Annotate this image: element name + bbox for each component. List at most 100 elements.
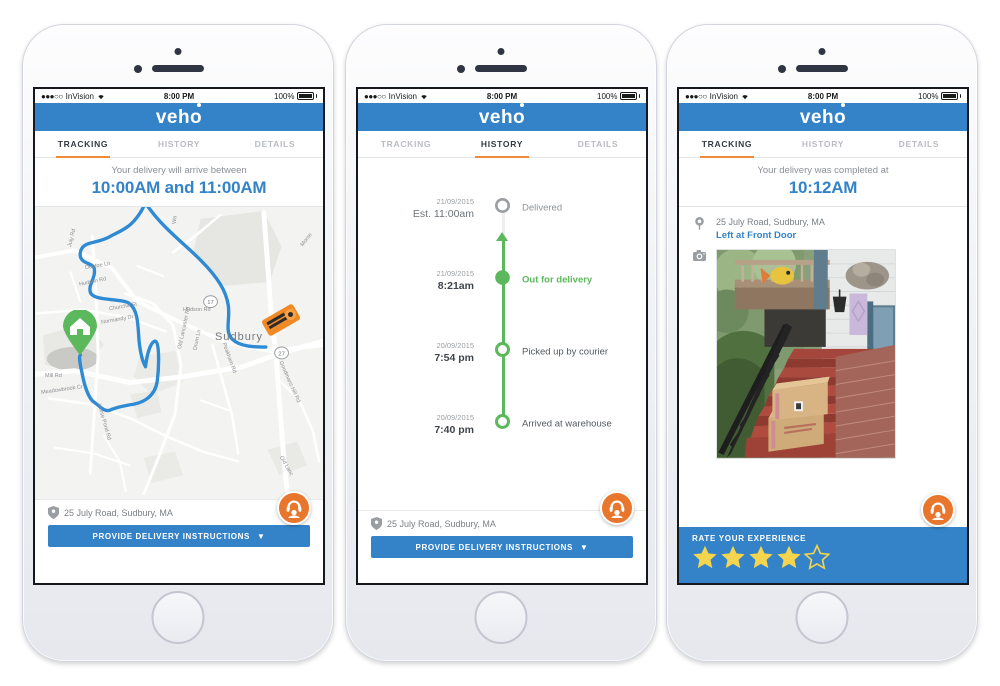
home-button[interactable] xyxy=(151,591,205,644)
timeline-label: Out for delivery xyxy=(522,274,593,286)
signal-strength-icon: ●●●○○ xyxy=(685,91,707,101)
timeline-label: Delivered xyxy=(522,202,563,214)
battery-percent: 100% xyxy=(274,91,295,101)
veho-logo: veho xyxy=(800,102,846,127)
provide-delivery-instructions-button-2[interactable]: PROVIDE DELIVERY INSTRUCTIONS ▼ xyxy=(371,536,633,558)
delivery-address-2: 25 July Road, Sudbury, MA xyxy=(387,518,496,529)
proximity-sensor-icon xyxy=(778,65,786,73)
star-rating-widget[interactable] xyxy=(692,544,954,570)
timeline-time: Est. 11:00am xyxy=(412,208,474,220)
tab-history[interactable]: HISTORY xyxy=(454,131,550,158)
status-bar: ●●●○○ InVision 8:00 PM 100% xyxy=(679,89,967,103)
timeline-dot-filled-green xyxy=(494,269,511,291)
earpiece-speaker xyxy=(475,65,527,72)
screen-delivered: ●●●○○ InVision 8:00 PM 100% veho TRACKIN… xyxy=(677,87,969,585)
proximity-sensor-icon xyxy=(457,65,465,73)
svg-text:27: 27 xyxy=(278,351,285,357)
drop-location-note: Left at Front Door xyxy=(716,230,797,241)
map-label-hudson-rd-east: Hudson Rd xyxy=(183,307,211,313)
app-header: veho xyxy=(679,102,967,131)
screen-history: ●●●○○ InVision 8:00 PM 100% veho TRACKIN… xyxy=(356,87,648,585)
app-header: veho xyxy=(358,102,646,131)
support-fab-3[interactable] xyxy=(921,493,955,527)
battery-percent: 100% xyxy=(597,91,618,101)
rate-experience-label: RATE YOUR EXPERIENCE xyxy=(692,534,807,543)
tab-tracking[interactable]: TRACKING xyxy=(679,131,775,158)
timeline-time: 7:40 pm xyxy=(434,424,474,436)
timeline-item-out-for-delivery[interactable]: 21/09/2015 8:21am Out for delivery xyxy=(358,244,646,316)
support-fab-2[interactable] xyxy=(600,491,634,525)
home-destination-pin-icon xyxy=(63,310,97,355)
provide-delivery-instructions-button-1[interactable]: PROVIDE DELIVERY INSTRUCTIONS ▼ xyxy=(48,525,310,547)
veho-logo: veho xyxy=(479,102,525,127)
home-button[interactable] xyxy=(474,591,528,644)
tab-history[interactable]: HISTORY xyxy=(775,131,871,157)
timeline-date: 20/09/2015 xyxy=(436,341,474,350)
map-pin-icon xyxy=(694,217,704,230)
timeline-dot-hollow-grey xyxy=(494,197,511,219)
location-shield-icon xyxy=(371,517,382,530)
cta-label-2: PROVIDE DELIVERY INSTRUCTIONS xyxy=(415,542,573,552)
delivery-map[interactable]: 17 27 July Rd Dubtoe Ln Hudson Rd Church… xyxy=(35,207,323,499)
proof-of-delivery-photo[interactable] xyxy=(716,249,896,459)
screen-tracking: ●●●○○ InVision 8:00 PM 100% veho TRACKIN… xyxy=(33,87,325,585)
star-icon-filled-3[interactable] xyxy=(748,544,774,570)
tab-details[interactable]: DETAILS xyxy=(550,131,646,157)
tab-history[interactable]: HISTORY xyxy=(131,131,227,157)
star-icon-empty-5[interactable] xyxy=(804,544,830,570)
star-icon-filled-2[interactable] xyxy=(720,544,746,570)
carrier-label: InVision xyxy=(388,91,417,101)
tab-tracking[interactable]: TRACKING xyxy=(358,131,454,157)
timeline-time: 7:54 pm xyxy=(434,352,474,364)
logo-dot xyxy=(519,102,524,107)
tab-bar-1: TRACKING HISTORY DETAILS xyxy=(35,131,323,158)
earpiece-speaker xyxy=(152,65,204,72)
tab-bar-3: TRACKING HISTORY DETAILS xyxy=(679,131,967,158)
timeline-dot-hollow-green xyxy=(494,413,511,435)
support-headset-icon xyxy=(286,500,302,518)
cta-wrap-2: PROVIDE DELIVERY INSTRUCTIONS ▼ xyxy=(358,536,646,568)
cta-label-1: PROVIDE DELIVERY INSTRUCTIONS xyxy=(92,531,250,541)
map-pin-icon-wrap xyxy=(692,216,706,230)
eta-subtitle: Your delivery will arrive between xyxy=(111,165,247,176)
status-bar: ●●●○○ InVision 8:00 PM 100% xyxy=(35,89,323,103)
timeline-time: 8:21am xyxy=(437,280,474,292)
signal-strength-icon: ●●●○○ xyxy=(364,91,386,101)
signal-strength-icon: ●●●○○ xyxy=(41,91,63,101)
map-label-wa: Wa xyxy=(171,215,179,225)
battery-full-icon xyxy=(619,92,637,100)
delivery-location-row: 25 July Road, Sudbury, MA Left at Front … xyxy=(679,207,967,245)
history-timeline: 21/09/2015 Est. 11:00am Delivered 21/09/… xyxy=(358,158,646,510)
timeline-item-delivered[interactable]: 21/09/2015 Est. 11:00am Delivered xyxy=(358,172,646,244)
timeline-label: Arrived at warehouse xyxy=(522,418,612,430)
timeline-item-picked-up[interactable]: 20/09/2015 7:54 pm Picked up by courier xyxy=(358,316,646,388)
support-fab-1[interactable] xyxy=(277,491,311,525)
battery-cap xyxy=(959,94,961,98)
completion-time: 10:12AM xyxy=(788,178,858,197)
timeline-date: 21/09/2015 xyxy=(436,269,474,278)
three-phone-mockup: ●●●○○ InVision 8:00 PM 100% veho TRACKIN… xyxy=(0,0,1000,686)
star-icon-filled-1[interactable] xyxy=(692,544,718,570)
eta-panel: Your delivery will arrive between 10:00A… xyxy=(35,158,323,207)
earpiece-speaker xyxy=(796,65,848,72)
carrier-label: InVision xyxy=(65,91,94,101)
wifi-icon xyxy=(742,94,748,99)
photo-content xyxy=(717,250,895,458)
location-shield-icon xyxy=(48,506,59,519)
front-camera-icon xyxy=(174,48,182,55)
map-label-mill-rd: Mill Rd xyxy=(45,373,62,379)
star-icon-filled-4[interactable] xyxy=(776,544,802,570)
tab-details[interactable]: DETAILS xyxy=(871,131,967,157)
timeline-label: Picked up by courier xyxy=(522,346,609,358)
tab-details[interactable]: DETAILS xyxy=(227,131,323,157)
camera-icon-wrap xyxy=(692,249,706,261)
tab-tracking[interactable]: TRACKING xyxy=(35,131,131,158)
front-camera-icon xyxy=(497,48,505,55)
home-button[interactable] xyxy=(795,591,849,644)
route-shield-27: 27 xyxy=(274,346,289,360)
delivery-address-3: 25 July Road, Sudbury, MA xyxy=(716,217,825,227)
route-shield-17: 17 xyxy=(203,295,218,309)
carrier-label: InVision xyxy=(709,91,738,101)
timeline-item-arrived-warehouse[interactable]: 20/09/2015 7:40 pm Arrived at warehouse xyxy=(358,388,646,460)
support-headset-icon xyxy=(609,500,625,518)
